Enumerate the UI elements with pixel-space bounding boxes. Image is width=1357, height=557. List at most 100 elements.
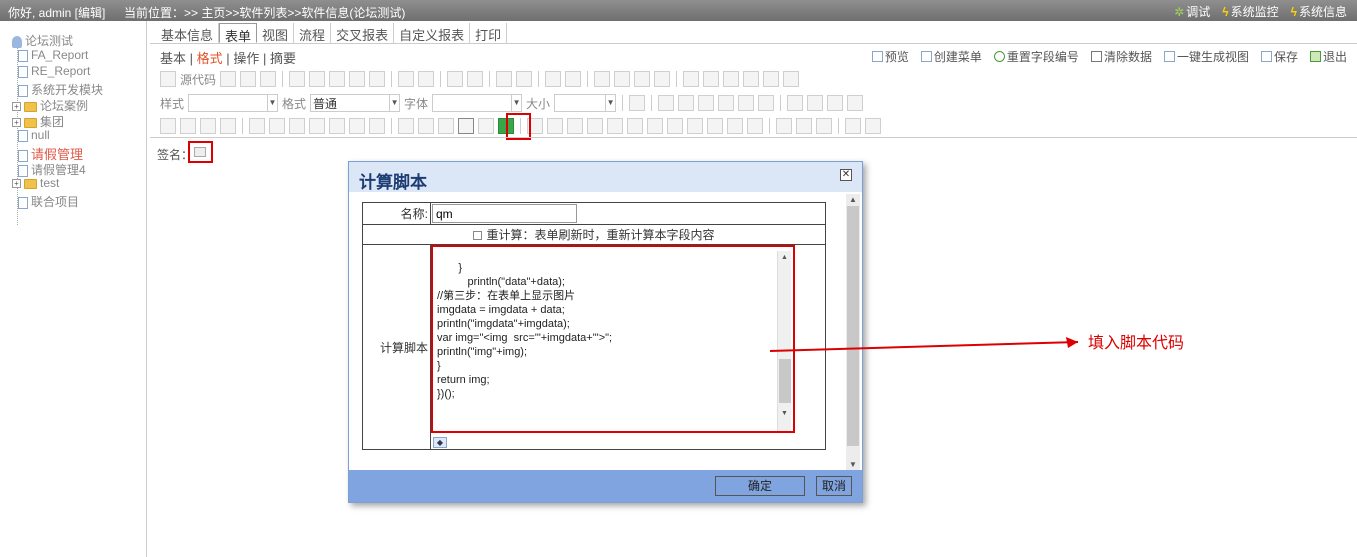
bg-color-icon[interactable] bbox=[865, 118, 881, 134]
preview-doc-icon[interactable] bbox=[240, 71, 257, 87]
textarea-control-icon[interactable] bbox=[220, 118, 236, 134]
doc-control-icon[interactable] bbox=[747, 118, 763, 134]
tree-item-null[interactable]: null bbox=[18, 128, 50, 142]
checkbox-control-icon[interactable] bbox=[160, 118, 176, 134]
code-scroll-thumb[interactable] bbox=[779, 359, 791, 403]
tab-custom-report[interactable]: 自定义报表 bbox=[394, 23, 471, 43]
tree-item-joint-project[interactable]: 联合项目 bbox=[18, 193, 79, 210]
map-control-icon[interactable] bbox=[587, 118, 603, 134]
view-control-icon[interactable] bbox=[418, 118, 434, 134]
dept-control-icon[interactable] bbox=[289, 118, 305, 134]
format-select[interactable]: 普通 ▼ bbox=[310, 94, 401, 112]
subtab-summary[interactable]: 摘要 bbox=[270, 51, 296, 66]
table-icon[interactable] bbox=[723, 71, 740, 87]
signature-control[interactable] bbox=[194, 147, 206, 157]
bank-control-icon[interactable] bbox=[309, 118, 325, 134]
subtab-format[interactable]: 格式 bbox=[197, 51, 223, 66]
align-right-icon[interactable] bbox=[827, 95, 844, 111]
paste-text-icon[interactable] bbox=[349, 71, 366, 87]
tab-flow[interactable]: 流程 bbox=[294, 23, 332, 43]
camera-control-icon[interactable] bbox=[687, 118, 703, 134]
create-menu-button[interactable]: 创建菜单 bbox=[920, 48, 982, 65]
signature-field-highlight[interactable] bbox=[188, 141, 213, 163]
debug-link[interactable]: ✲ 调试 bbox=[1174, 3, 1210, 20]
indent-icon[interactable] bbox=[614, 71, 631, 87]
preview-button[interactable]: 预览 bbox=[871, 48, 909, 65]
suggest-control-icon[interactable] bbox=[438, 118, 454, 134]
strike-icon[interactable] bbox=[718, 95, 735, 111]
dialog-scroll-thumb[interactable] bbox=[847, 206, 859, 446]
bold-icon[interactable] bbox=[658, 95, 675, 111]
source-code-button[interactable]: 源代码 bbox=[180, 71, 216, 88]
cut-icon[interactable] bbox=[289, 71, 306, 87]
paste-icon[interactable] bbox=[329, 71, 346, 87]
file-control-icon[interactable] bbox=[369, 118, 385, 134]
name-field[interactable] bbox=[432, 204, 577, 223]
subscript-icon[interactable] bbox=[738, 95, 755, 111]
radio-control-icon[interactable] bbox=[180, 118, 196, 134]
tree-control-icon[interactable] bbox=[349, 118, 365, 134]
subtab-basic[interactable]: 基本 bbox=[160, 51, 186, 66]
paste-word-icon[interactable] bbox=[369, 71, 386, 87]
cancel-button[interactable]: 取消 bbox=[816, 476, 852, 496]
scroll-down-icon[interactable]: ▼ bbox=[849, 460, 857, 469]
signature-control-icon[interactable] bbox=[458, 118, 474, 134]
save-button[interactable]: 保存 bbox=[1260, 48, 1298, 65]
textfield-control-icon[interactable] bbox=[200, 118, 216, 134]
scroll-up-icon[interactable]: ▲ bbox=[781, 254, 788, 261]
tree-item-fa-report[interactable]: FA_Report bbox=[18, 48, 88, 62]
replace-icon[interactable] bbox=[467, 71, 484, 87]
style-select[interactable]: ▼ bbox=[188, 94, 279, 112]
source-icon[interactable] bbox=[160, 71, 176, 87]
superscript-icon[interactable] bbox=[758, 95, 775, 111]
tree-item-system-dev[interactable]: 系统开发模块 bbox=[18, 81, 103, 98]
smiley-icon[interactable] bbox=[763, 71, 780, 87]
expand-icon[interactable]: + bbox=[12, 102, 21, 112]
maximize-icon[interactable] bbox=[629, 95, 646, 111]
script-textarea[interactable]: } println("data"+data); //第三步：在表单上显示图片 i… bbox=[431, 245, 795, 433]
system-info-link[interactable]: ϟ 系统信息 bbox=[1291, 3, 1347, 20]
calendar-control-icon[interactable] bbox=[249, 118, 265, 134]
dialog-scrollbar[interactable]: ▲ ▼ bbox=[846, 194, 860, 470]
text-color-icon[interactable] bbox=[845, 118, 861, 134]
tab-form[interactable]: 表单 bbox=[219, 23, 258, 44]
tab-basic-info[interactable]: 基本信息 bbox=[156, 23, 220, 43]
tree-item-forum-cases[interactable]: + 论坛案例 bbox=[12, 97, 88, 114]
subtab-operation[interactable]: 操作 bbox=[233, 51, 259, 66]
recalc-checkbox[interactable] bbox=[473, 231, 483, 241]
omega-icon[interactable] bbox=[783, 71, 800, 87]
circle-control-icon[interactable] bbox=[707, 118, 723, 134]
bullet-list-icon[interactable] bbox=[565, 71, 582, 87]
outdent-icon[interactable] bbox=[594, 71, 611, 87]
photo-control-icon[interactable] bbox=[647, 118, 663, 134]
lifebuoy-control-icon[interactable] bbox=[727, 118, 743, 134]
expand-icon[interactable]: + bbox=[12, 179, 21, 189]
align-left-icon[interactable] bbox=[787, 95, 804, 111]
blockquote-icon[interactable] bbox=[634, 71, 651, 87]
system-monitor-link[interactable]: ϟ 系统监控 bbox=[1222, 3, 1278, 20]
video-control-icon[interactable] bbox=[667, 118, 683, 134]
select-control-icon[interactable] bbox=[269, 118, 285, 134]
clear-data-button[interactable]: 清除数据 bbox=[1090, 48, 1152, 65]
mic-control-icon[interactable] bbox=[607, 118, 623, 134]
select-all-icon[interactable] bbox=[496, 71, 513, 87]
tree-root[interactable]: 论坛测试 bbox=[12, 32, 73, 49]
include-control-icon[interactable] bbox=[567, 118, 583, 134]
underline-icon[interactable] bbox=[698, 95, 715, 111]
eraser-icon[interactable] bbox=[516, 71, 533, 87]
link-icon[interactable] bbox=[776, 118, 792, 134]
generate-view-button[interactable]: 一键生成视图 bbox=[1163, 48, 1249, 65]
image-icon[interactable] bbox=[683, 71, 700, 87]
tab-print[interactable]: 打印 bbox=[470, 23, 508, 43]
scroll-down-icon[interactable]: ▼ bbox=[781, 410, 788, 417]
unlink-icon[interactable] bbox=[796, 118, 812, 134]
italic-icon[interactable] bbox=[678, 95, 695, 111]
expand-editor-icon[interactable]: ◆ bbox=[433, 437, 447, 448]
tab-cross-report[interactable]: 交叉报表 bbox=[331, 23, 395, 43]
reset-field-number-button[interactable]: 重置字段编号 bbox=[993, 48, 1079, 65]
undo-icon[interactable] bbox=[398, 71, 415, 87]
hr-icon[interactable] bbox=[743, 71, 760, 87]
tab-view[interactable]: 视图 bbox=[257, 23, 295, 43]
user-control-icon[interactable] bbox=[329, 118, 345, 134]
list-control-icon[interactable] bbox=[547, 118, 563, 134]
